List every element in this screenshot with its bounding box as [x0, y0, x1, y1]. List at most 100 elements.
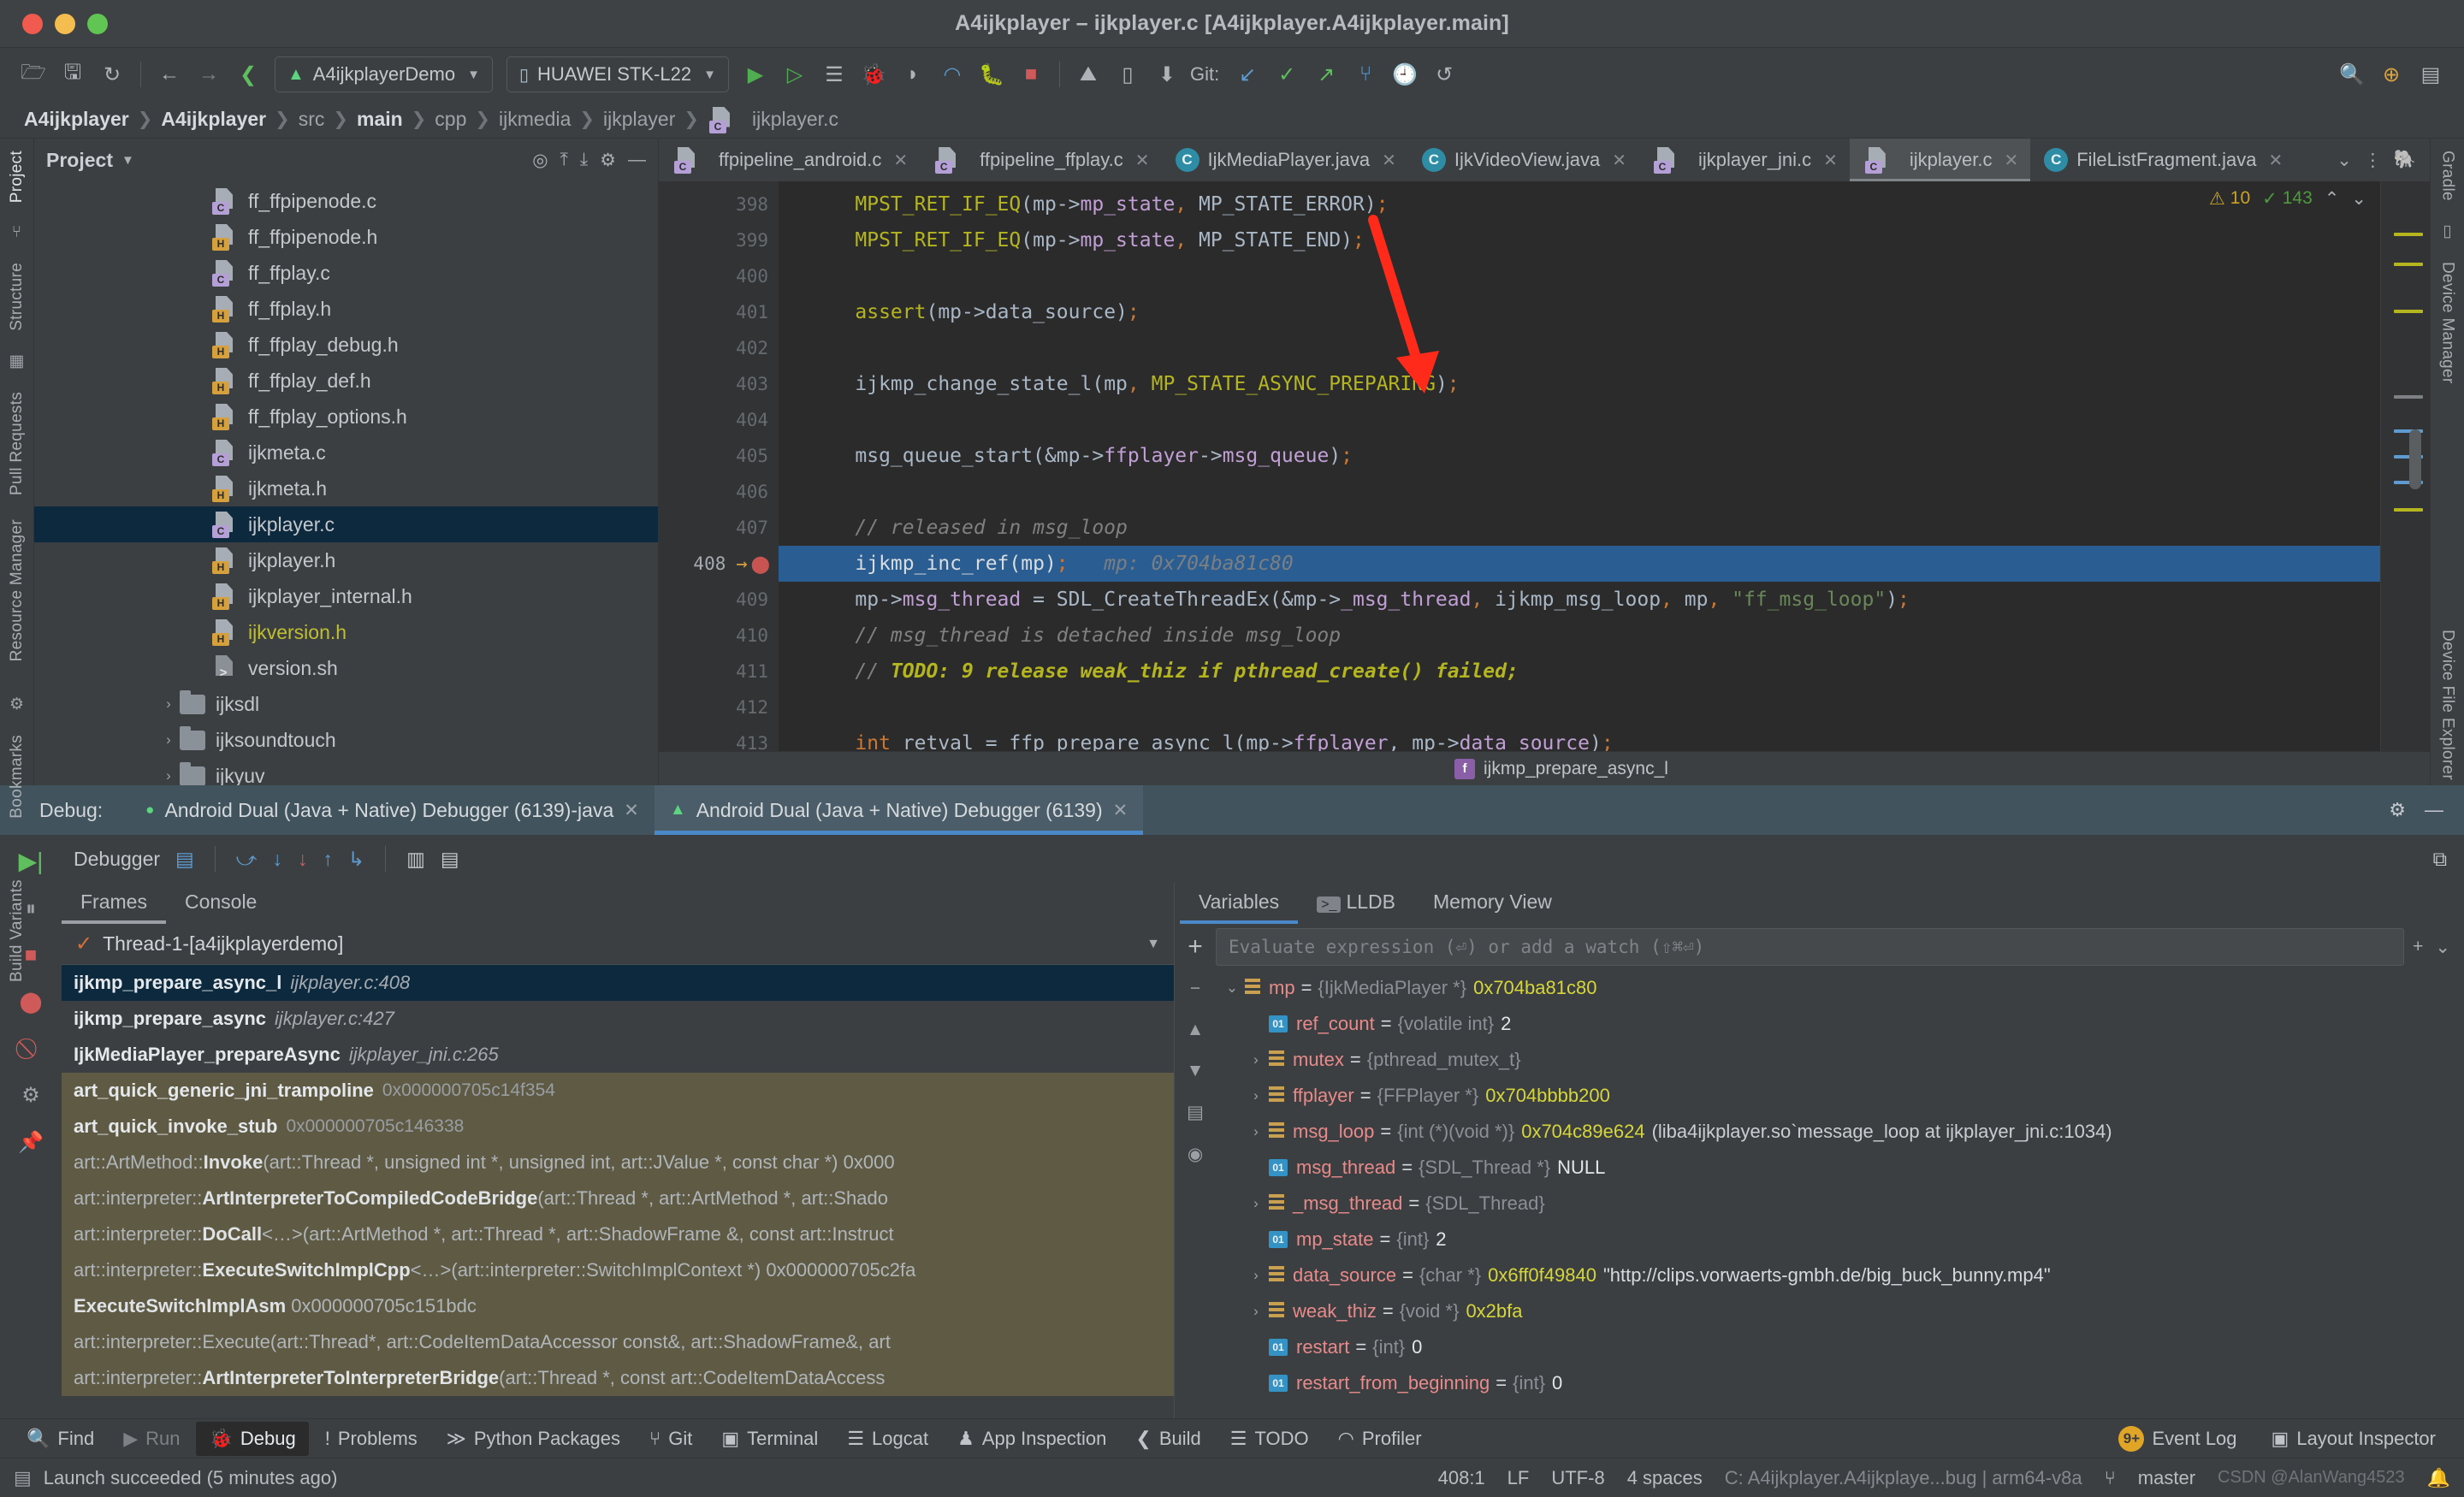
gutter-line-406[interactable]: 406 [659, 474, 779, 510]
variable-row[interactable]: 01mp_state={int}2 [1219, 1222, 2464, 1257]
variable-row[interactable]: 01ref_count={volatile int}2 [1219, 1006, 2464, 1042]
stack-frame-row[interactable]: art::interpreter::Execute(art::Thread*, … [62, 1324, 1174, 1360]
gutter-marks[interactable]: →⬤ [736, 553, 770, 575]
tree-item-ff-ffplay-options-h[interactable]: Hff_ffplay_options.h [34, 399, 658, 435]
profile-icon[interactable]: ◠ [933, 55, 972, 94]
step-out-icon[interactable]: ↑ [323, 848, 333, 871]
undo-icon[interactable]: ↺ [1424, 55, 1464, 94]
stack-frame-row[interactable]: ijkmp_prepare_async_lijkplayer.c:408 [62, 965, 1174, 1001]
tree-item-ijkversion-h[interactable]: Hijkversion.h [34, 614, 658, 650]
git-commit-icon[interactable]: ✓ [1267, 55, 1306, 94]
debug-native-icon[interactable]: 🐛 [972, 55, 1011, 94]
remove-watch-icon[interactable]: − [1190, 979, 1200, 999]
code-content[interactable]: MPST_RET_IF_EQ(mp->mp_state, MP_STATE_ER… [779, 181, 2380, 751]
chevron-right-icon[interactable]: › [157, 731, 180, 748]
breadcrumb[interactable]: A4ijkplayer ❯ A4ijkplayer ❯ src ❯ main ❯… [0, 101, 2464, 139]
inspect-icon[interactable]: ◉ [1188, 1144, 1203, 1165]
chevron-right-icon[interactable]: › [157, 695, 180, 713]
gutter-line-398[interactable]: 398 [659, 186, 779, 222]
sidebar-item-gradle[interactable]: Gradle [2438, 139, 2457, 213]
toolwindow-terminal[interactable]: ▣Terminal [708, 1422, 831, 1456]
navigate-forward-icon[interactable]: → [189, 55, 228, 94]
apply-changes-icon[interactable]: ☰ [814, 55, 854, 94]
expand-chevron-icon[interactable]: ⌄ [1219, 979, 1245, 997]
variable-row[interactable]: ›_msg_thread={SDL_Thread} [1219, 1186, 2464, 1222]
expand-chevron-icon[interactable]: › [1243, 1051, 1269, 1068]
sidebar-item-bookmarks[interactable]: Bookmarks [8, 723, 27, 831]
code-line-400[interactable] [779, 258, 2380, 294]
code-line-403[interactable]: ijkmp_change_state_l(mp, MP_STATE_ASYNC_… [779, 366, 2380, 402]
gutter-line-402[interactable]: 402 [659, 330, 779, 366]
attach-debugger-icon[interactable]: ◗ [893, 55, 933, 94]
editor-tab-ffpipeline-ffplay-c[interactable]: Cffpipeline_ffplay.c✕ [920, 139, 1161, 181]
force-step-into-icon[interactable]: ↓ [298, 848, 308, 871]
gutter-line-401[interactable]: 401 [659, 294, 779, 330]
chevron-down-icon[interactable]: ⌄ [2351, 188, 2366, 210]
sync-icon[interactable]: ↻ [92, 55, 132, 94]
variables-pane-tabs[interactable]: Variables >_LLDB Memory View [1175, 883, 2464, 924]
breadcrumb-item-2[interactable]: src [293, 108, 330, 131]
collapse-all-icon[interactable]: ⤒ [560, 150, 568, 171]
run-configuration-selector[interactable]: ▲ A4ijkplayerDemo ▼ [275, 56, 493, 92]
tree-item-ijksdl[interactable]: ›ijksdl [34, 686, 658, 722]
tree-item-ijksoundtouch[interactable]: ›ijksoundtouch [34, 722, 658, 758]
stack-frame-row[interactable]: art::interpreter::ArtInterpreterToCompil… [62, 1180, 1174, 1216]
code-line-407[interactable]: // released in msg_loop [779, 510, 2380, 546]
plugin-update-icon[interactable]: ⊕ [2372, 55, 2411, 94]
expand-all-icon[interactable]: ⤓ [580, 150, 588, 171]
device-selector[interactable]: ▯ HUAWEI STK-L22 ▼ [506, 56, 729, 92]
code-line-402[interactable] [779, 330, 2380, 366]
toolwindow-run[interactable]: ▶Run [110, 1422, 192, 1456]
editor-tab-ijkmediaplayer-java[interactable]: CIjkMediaPlayer.java✕ [1162, 139, 1408, 181]
run-icon[interactable]: ▶ [736, 55, 775, 94]
thread-selector[interactable]: ✓ Thread-1-[a4ijkplayerdemo] ▼ [62, 924, 1174, 965]
close-icon[interactable]: ✕ [1382, 150, 1396, 171]
editor-gutter[interactable]: 398399400401402403404405406407408→⬤40941… [659, 181, 779, 751]
tree-item-ff-ffplay-debug-h[interactable]: Hff_ffplay_debug.h [34, 327, 658, 363]
editor-tab-ijkplayer-c[interactable]: Cijkplayer.c✕ [1850, 139, 2030, 181]
gutter-line-404[interactable]: 404 [659, 402, 779, 438]
sidebar-item-device-file-explorer[interactable]: Device File Explorer [2438, 618, 2457, 792]
code-line-405[interactable]: msg_queue_start(&mp->ffplayer->msg_queue… [779, 438, 2380, 474]
code-line-412[interactable] [779, 689, 2380, 725]
commit-icon[interactable]: ⑂ [12, 215, 21, 251]
tab-variables[interactable]: Variables [1180, 891, 1298, 924]
layout-device-icon[interactable]: ▤ [2411, 55, 2450, 94]
breadcrumb-item-1[interactable]: A4ijkplayer [156, 108, 271, 131]
variable-row[interactable]: 01restart_from_beginning={int}0 [1219, 1365, 2464, 1401]
toolwindow-find[interactable]: 🔍Find [14, 1422, 107, 1456]
code-line-398[interactable]: MPST_RET_IF_EQ(mp->mp_state, MP_STATE_ER… [779, 186, 2380, 222]
breadcrumb-item-6[interactable]: ijkplayer [598, 108, 680, 131]
run-coverage-icon[interactable]: ▷ [775, 55, 814, 94]
stack-frame-row[interactable]: art::interpreter::ArtInterpreterToInterp… [62, 1360, 1174, 1396]
tree-item-ff-ffplay-c[interactable]: Cff_ffplay.c [34, 255, 658, 291]
more-vertical-icon[interactable]: ⋮ [2364, 150, 2382, 171]
close-window-button[interactable] [22, 14, 43, 34]
run-to-cursor-icon[interactable]: ↳ [348, 848, 364, 871]
device-icon[interactable]: ▯ [2443, 213, 2451, 250]
tab-console[interactable]: Console [166, 891, 275, 924]
gutter-line-400[interactable]: 400 [659, 258, 779, 294]
expand-chevron-icon[interactable]: › [1243, 1303, 1269, 1320]
gutter-line-410[interactable]: 410 [659, 618, 779, 654]
tree-item-ijkplayer-c[interactable]: Cijkplayer.c [34, 506, 658, 542]
close-icon[interactable]: ✕ [1135, 150, 1150, 171]
close-icon[interactable]: ✕ [2269, 150, 2283, 171]
branch-icon[interactable]: ⑂ [2105, 1467, 2116, 1489]
code-line-399[interactable]: MPST_RET_IF_EQ(mp->mp_state, MP_STATE_EN… [779, 222, 2380, 258]
editor-tab-ijkvideoview-java[interactable]: CIjkVideoView.java✕ [1408, 139, 1638, 181]
variable-row[interactable]: ›mutex={pthread_mutex_t} [1219, 1042, 2464, 1078]
add-watch-icon[interactable]: + [1175, 932, 1216, 962]
variable-row[interactable]: 01msg_thread={SDL_Thread *}NULL [1219, 1150, 2464, 1186]
grid-icon[interactable]: ▦ [9, 343, 25, 380]
close-icon[interactable]: ✕ [1612, 150, 1626, 171]
gutter-line-399[interactable]: 399 [659, 222, 779, 258]
tree-item-version-sh[interactable]: >version.sh [34, 650, 658, 686]
debug-icon[interactable]: 🐞 [854, 55, 893, 94]
chevron-down-icon[interactable]: ▼ [1146, 937, 1160, 952]
sidebar-item-device-manager[interactable]: Device Manager [2438, 250, 2457, 396]
toolwindow-todo[interactable]: ☰TODO [1217, 1422, 1322, 1456]
git-branch-icon[interactable]: ⑂ [1346, 55, 1385, 94]
editor-tab-filelistfragment-java[interactable]: CFileListFragment.java✕ [2030, 139, 2295, 181]
tab-frames[interactable]: Frames [62, 891, 166, 924]
